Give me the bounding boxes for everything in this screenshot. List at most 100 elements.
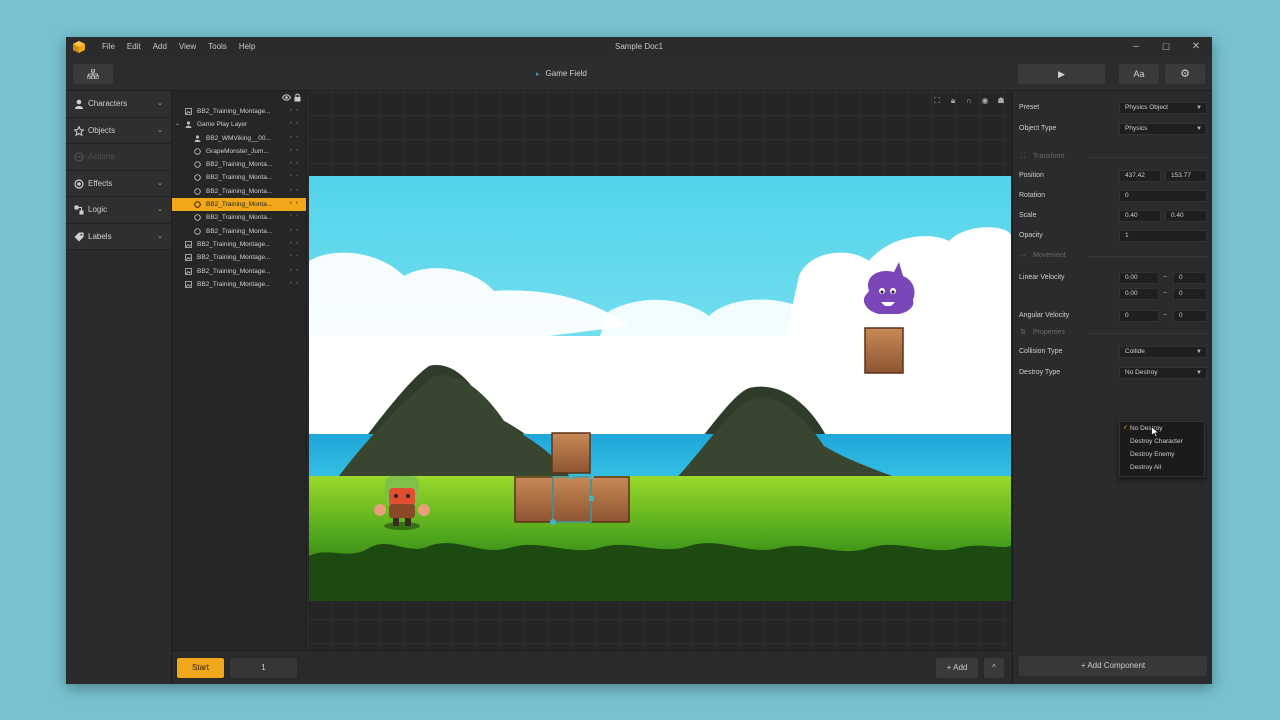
layer-label: BB2_Training_Monta... xyxy=(206,187,273,195)
linear-velocity-min-x[interactable]: 0.00 xyxy=(1119,272,1159,284)
selection-handle[interactable] xyxy=(569,474,574,479)
scale-y-input[interactable]: 0.40 xyxy=(1165,210,1207,222)
frame-input[interactable]: 1 xyxy=(230,658,297,678)
layer-row[interactable]: BB2_Training_Montage... •• xyxy=(172,265,306,278)
object-type-dropdown[interactable]: Physics ▼ xyxy=(1119,123,1207,135)
debug-icon[interactable]: ☗ xyxy=(996,96,1006,106)
layer-label: Game Play Layer xyxy=(197,121,248,129)
option-destroy-enemy[interactable]: Destroy Enemy xyxy=(1120,448,1204,461)
sidebar-item-objects[interactable]: Objects ⌄ xyxy=(66,117,171,144)
eye-icon[interactable] xyxy=(282,94,291,101)
layer-visibility-dots[interactable]: •• xyxy=(290,171,302,184)
angular-velocity-row: Angular Velocity 0 ~ 0 xyxy=(1019,309,1207,323)
chevron-down-icon[interactable]: ⌄ xyxy=(175,118,180,131)
option-destroy-character[interactable]: Destroy Character xyxy=(1120,435,1204,448)
layer-visibility-dots[interactable]: •• xyxy=(290,238,302,251)
lock-icon[interactable] xyxy=(294,93,301,102)
crate[interactable] xyxy=(552,476,592,523)
layer-visibility-dots[interactable]: •• xyxy=(290,251,302,264)
play-button[interactable]: ▶ xyxy=(1018,64,1105,84)
category-sidebar: Characters ⌄ Objects ⌄ Actions Effects ⌄… xyxy=(66,91,172,684)
close-button[interactable]: ✕ xyxy=(1181,37,1211,57)
text-tool-button[interactable]: Aa xyxy=(1119,64,1159,84)
layer-row[interactable]: BB2_Training_Montage... •• xyxy=(172,278,306,291)
crate-platform[interactable] xyxy=(864,327,904,374)
maximize-button[interactable]: ☐ xyxy=(1151,37,1181,57)
layer-row[interactable]: BB2_Training_Montage... •• xyxy=(172,105,306,118)
magnet-icon[interactable]: ∩ xyxy=(964,96,974,106)
layer-row[interactable]: BB2_Training_Monta... •• xyxy=(172,171,306,184)
object-type-row: Object Type Physics ▼ xyxy=(1019,122,1207,136)
rotation-input[interactable]: 0 xyxy=(1119,190,1207,202)
opacity-input[interactable]: 1 xyxy=(1119,230,1207,242)
layer-visibility-dots[interactable]: •• xyxy=(290,132,302,145)
layer-row[interactable]: BB2_Training_Monta... •• xyxy=(172,185,306,198)
linear-velocity-max-x[interactable]: 0 xyxy=(1173,272,1207,284)
layer-visibility-dots[interactable]: •• xyxy=(290,185,302,198)
game-field-label: Game Field xyxy=(545,69,587,78)
layer-row[interactable]: BB2_Training_Monta... •• xyxy=(172,158,306,171)
layer-visibility-dots[interactable]: •• xyxy=(290,211,302,224)
layer-visibility-dots[interactable]: •• xyxy=(290,105,302,118)
chevron-down-icon: ⌄ xyxy=(157,206,163,213)
inspector-panel: Preset Physics Object ▼ Object Type Physi… xyxy=(1012,91,1212,684)
layer-visibility-dots[interactable]: •• xyxy=(290,145,302,158)
sidebar-item-characters[interactable]: Characters ⌄ xyxy=(66,91,171,118)
position-y-input[interactable]: 153.77 xyxy=(1165,170,1207,182)
layer-visibility-dots[interactable]: •• xyxy=(290,118,302,131)
start-button[interactable]: Start xyxy=(177,658,224,678)
layer-row[interactable]: BB2_WMViking__00... •• xyxy=(172,132,306,145)
add-component-button[interactable]: + Add Component xyxy=(1019,656,1207,676)
linear-velocity-min-y[interactable]: 0.00 xyxy=(1119,288,1159,300)
sidebar-item-actions[interactable]: Actions xyxy=(66,144,171,171)
selection-handle[interactable] xyxy=(589,474,594,479)
option-no-destroy[interactable]: No Destroy xyxy=(1120,422,1204,435)
add-button[interactable]: + Add xyxy=(936,658,978,678)
sidebar-item-labels[interactable]: Labels ⌄ xyxy=(66,223,171,250)
eye-icon[interactable]: ◉ xyxy=(980,96,990,106)
game-field-canvas[interactable]: ⛶ 🔒︎ ∩ ◉ ☗ xyxy=(307,91,1012,650)
rotation-handle[interactable] xyxy=(550,519,556,525)
layer-visibility-dots[interactable]: •• xyxy=(290,265,302,278)
layer-visibility-dots[interactable]: •• xyxy=(290,225,302,238)
destroy-type-dropdown[interactable]: No Destroy ▼ xyxy=(1119,367,1207,379)
lock-icon[interactable]: 🔒︎ xyxy=(948,96,958,106)
layer-label: BB2_WMViking__00... xyxy=(206,134,271,142)
minimize-button[interactable]: – xyxy=(1121,37,1151,57)
crate[interactable] xyxy=(551,432,591,474)
chevron-up-icon[interactable]: ^ xyxy=(984,658,1004,678)
layer-row[interactable]: BB2_Training_Montage... •• xyxy=(172,251,306,264)
scale-x-input[interactable]: 0.40 xyxy=(1119,210,1161,222)
transform-section-label: Transform xyxy=(1033,153,1065,160)
layer-visibility-dots[interactable]: •• xyxy=(290,198,302,211)
angular-velocity-max[interactable]: 0 xyxy=(1173,310,1207,322)
sidebar-item-logic[interactable]: Logic ⌄ xyxy=(66,197,171,224)
crate[interactable] xyxy=(590,476,630,523)
layer-row[interactable]: BB2_Training_Montage... •• xyxy=(172,238,306,251)
layer-row-selected[interactable]: BB2_Training_Monta... •• xyxy=(172,198,306,212)
layer-row[interactable]: ⌄ Game Play Layer •• xyxy=(172,118,306,131)
linear-velocity-max-y[interactable]: 0 xyxy=(1173,288,1207,300)
option-destroy-all[interactable]: Destroy All xyxy=(1120,461,1204,474)
transform-icon: ⛶ xyxy=(1020,153,1026,160)
layer-row[interactable]: BB2_Training_Monta... •• xyxy=(172,225,306,238)
angular-velocity-min[interactable]: 0 xyxy=(1119,310,1159,322)
settings-button[interactable]: ⚙ xyxy=(1165,64,1205,84)
sidebar-item-effects[interactable]: Effects ⌄ xyxy=(66,170,171,197)
play-small-icon: ▸ xyxy=(536,71,540,78)
hierarchy-button[interactable] xyxy=(73,64,113,84)
selection-handle[interactable] xyxy=(589,496,594,501)
game-scene[interactable] xyxy=(309,176,1011,601)
layer-row[interactable]: BB2_Training_Monta... •• xyxy=(172,211,306,224)
fit-icon[interactable]: ⛶ xyxy=(932,96,942,106)
preset-dropdown[interactable]: Physics Object ▼ xyxy=(1119,102,1207,114)
collision-type-dropdown[interactable]: Collide ▼ xyxy=(1119,346,1207,358)
layer-visibility-dots[interactable]: •• xyxy=(290,278,302,291)
layer-row[interactable]: GrapeMonster_Jum... •• xyxy=(172,145,306,158)
layer-visibility-dots[interactable]: •• xyxy=(290,158,302,171)
rotation-row: Rotation 0 xyxy=(1019,189,1207,203)
position-x-input[interactable]: 437.42 xyxy=(1119,170,1161,182)
crate[interactable] xyxy=(514,476,554,523)
panel-title: ▸ Game Field xyxy=(536,57,587,91)
preset-label: Preset xyxy=(1019,104,1040,111)
